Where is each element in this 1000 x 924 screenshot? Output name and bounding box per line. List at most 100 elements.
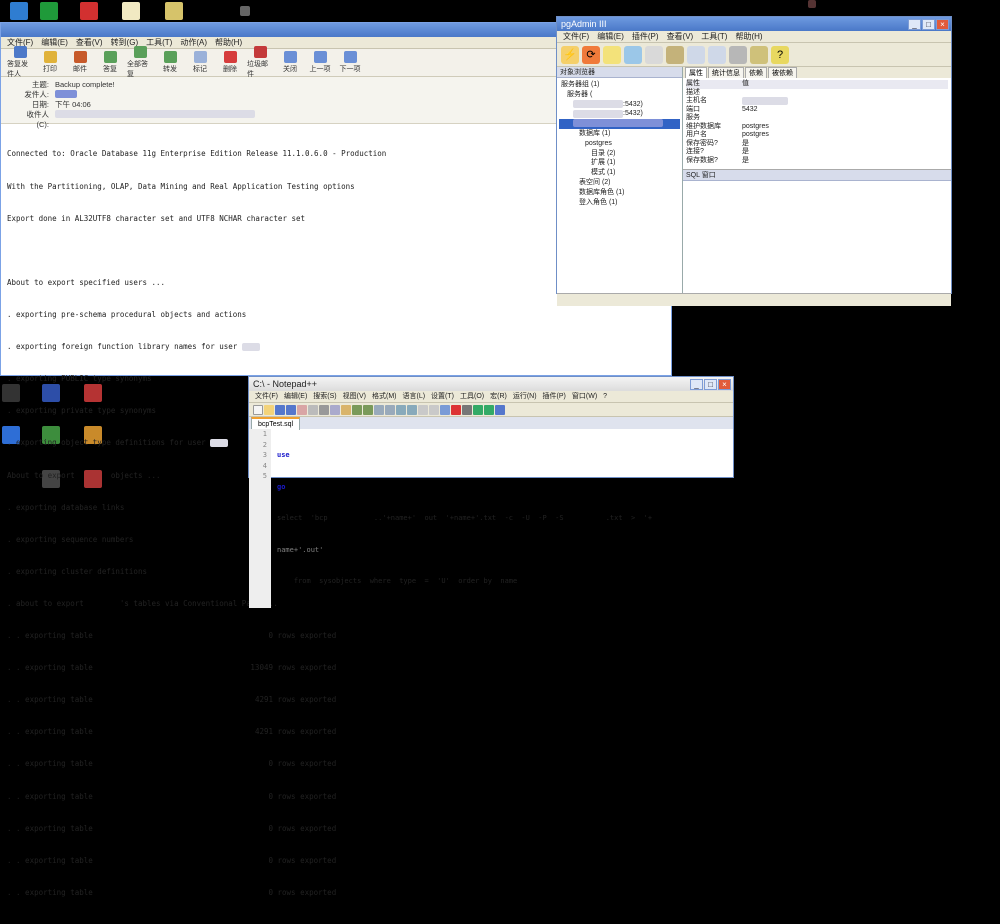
close-icon[interactable] — [297, 404, 307, 415]
delete-button[interactable]: 删除 — [217, 51, 243, 74]
reply-all-button[interactable]: 全部答复 — [127, 46, 153, 79]
sync-icon[interactable] — [418, 404, 428, 415]
desktop-icon-7[interactable] — [808, 0, 816, 8]
tree-item-selected[interactable] — [559, 119, 680, 129]
cut-icon[interactable] — [319, 404, 329, 415]
run-macro-icon[interactable] — [484, 404, 494, 415]
tree-item[interactable]: 表空间 (2) — [559, 178, 680, 188]
menu-file[interactable]: 文件(F) — [563, 31, 589, 42]
copy-icon[interactable] — [330, 404, 340, 415]
tab-dependents[interactable]: 被依赖 — [768, 67, 797, 78]
mail-button[interactable]: 邮件 — [67, 51, 93, 74]
save-icon[interactable] — [275, 404, 285, 415]
desktop-icon-5[interactable] — [165, 2, 183, 20]
plugin-icon[interactable] — [729, 45, 747, 64]
menu-run[interactable]: 运行(N) — [513, 391, 537, 402]
notepad-titlebar[interactable]: C:\ - Notepad++ _ □ × — [249, 377, 733, 391]
maximize-button[interactable]: □ — [704, 378, 717, 390]
new-file-icon[interactable] — [253, 404, 263, 415]
wrap-icon[interactable] — [429, 404, 439, 415]
folder-icon[interactable] — [122, 2, 140, 20]
tree-item[interactable]: 模式 (1) — [559, 168, 680, 178]
stop-macro-icon[interactable] — [462, 404, 472, 415]
menu-window[interactable]: 窗口(W) — [572, 391, 597, 402]
property-row[interactable]: 描述 — [686, 89, 948, 98]
close-button[interactable]: 关闭 — [277, 51, 303, 74]
menu-tools[interactable]: 工具(O) — [460, 391, 484, 402]
junk-button[interactable]: 垃圾邮件 — [247, 46, 273, 79]
flag-button[interactable]: 标记 — [187, 51, 213, 74]
code-editor[interactable]: 1 2 3 4 5 use go select 'bcp ..'+name+' … — [249, 429, 733, 608]
desktop-icon-6[interactable] — [240, 6, 250, 16]
tree-item[interactable]: 服务器 ( — [559, 90, 680, 100]
zoom-in-icon[interactable] — [396, 404, 406, 415]
menu-language[interactable]: 语言(L) — [402, 391, 425, 402]
tree-item[interactable]: :5432) — [559, 99, 680, 110]
open-icon[interactable] — [264, 404, 274, 415]
connect-icon[interactable]: ⚡ — [561, 45, 579, 64]
menu-format[interactable]: 格式(M) — [372, 391, 397, 402]
tree-item[interactable]: 数据库角色 (1) — [559, 188, 680, 198]
save-all-icon[interactable] — [286, 404, 296, 415]
hint-icon[interactable] — [750, 45, 768, 64]
tree-item[interactable]: 扩展 (1) — [559, 158, 680, 168]
menu-edit[interactable]: 编辑(E) — [284, 391, 307, 402]
find-icon[interactable] — [374, 404, 384, 415]
forward-button[interactable]: 转发 — [157, 51, 183, 74]
menu-search[interactable]: 搜索(S) — [313, 391, 336, 402]
menu-view[interactable]: 查看(V) — [76, 37, 103, 48]
previous-button[interactable]: 上一项 — [307, 51, 333, 74]
view-data-icon[interactable] — [687, 45, 705, 64]
zoom-out-icon[interactable] — [407, 404, 417, 415]
refresh-icon[interactable]: ⟳ — [582, 45, 600, 64]
property-row[interactable]: 服务 — [686, 114, 948, 123]
desktop-icon-2[interactable] — [40, 2, 58, 20]
menu-help[interactable]: 帮助(H) — [215, 37, 242, 48]
desktop-icon-1[interactable] — [10, 2, 28, 20]
tree-item[interactable]: postgres — [559, 139, 680, 149]
menu-help[interactable]: 帮助(H) — [735, 31, 762, 42]
reply-button[interactable]: 答复 — [97, 51, 123, 74]
tab-dependencies[interactable]: 依赖 — [745, 67, 767, 78]
reply-sender-button[interactable]: 答复发件人 — [7, 46, 33, 79]
menu-plugins[interactable]: 插件(P) — [543, 391, 566, 402]
desktop-icon-3[interactable] — [80, 2, 98, 20]
menu-settings[interactable]: 设置(T) — [431, 391, 454, 402]
maximize-button[interactable]: □ — [922, 18, 935, 30]
help-icon[interactable]: ? — [771, 45, 789, 64]
properties-icon[interactable] — [603, 45, 621, 64]
menu-tools[interactable]: 工具(T) — [701, 31, 727, 42]
tree-item[interactable]: 服务器组 (1) — [559, 80, 680, 90]
indent-icon[interactable] — [440, 404, 450, 415]
menu-actions[interactable]: 动作(A) — [180, 37, 207, 48]
save-macro-icon[interactable] — [495, 404, 505, 415]
paste-icon[interactable] — [341, 404, 351, 415]
sql-icon[interactable] — [666, 45, 684, 64]
property-row[interactable]: 用户名 postgres — [686, 131, 948, 140]
next-button[interactable]: 下一项 — [337, 51, 363, 74]
property-row[interactable]: 保存密码? 是 — [686, 140, 948, 149]
property-row[interactable]: 主机名 — [686, 97, 948, 106]
property-row[interactable]: 连接? 是 — [686, 148, 948, 157]
pgadmin-titlebar[interactable]: pgAdmin III _ □ × — [557, 17, 951, 31]
print-button[interactable]: 打印 — [37, 51, 63, 74]
undo-icon[interactable] — [352, 404, 362, 415]
print-icon[interactable] — [308, 404, 318, 415]
record-macro-icon[interactable] — [451, 404, 461, 415]
property-row[interactable]: 端口 5432 — [686, 106, 948, 115]
menu-edit[interactable]: 编辑(E) — [597, 31, 624, 42]
property-row[interactable]: 保存数据? 是 — [686, 157, 948, 166]
tree-item[interactable]: 数据库 (1) — [559, 129, 680, 139]
menu-plugins[interactable]: 插件(P) — [632, 31, 659, 42]
close-window-button[interactable]: × — [718, 378, 731, 390]
minimize-button[interactable]: _ — [908, 18, 921, 30]
menu-help[interactable]: ? — [603, 391, 607, 402]
menu-edit[interactable]: 编辑(E) — [41, 37, 68, 48]
tab-statistics[interactable]: 统计信息 — [708, 67, 744, 78]
menu-view[interactable]: 视图(V) — [343, 391, 366, 402]
tree-item[interactable]: 登入角色 (1) — [559, 198, 680, 208]
tab-properties[interactable]: 属性 — [685, 67, 707, 78]
minimize-button[interactable]: _ — [690, 378, 703, 390]
delete-icon[interactable] — [645, 45, 663, 64]
replace-icon[interactable] — [385, 404, 395, 415]
